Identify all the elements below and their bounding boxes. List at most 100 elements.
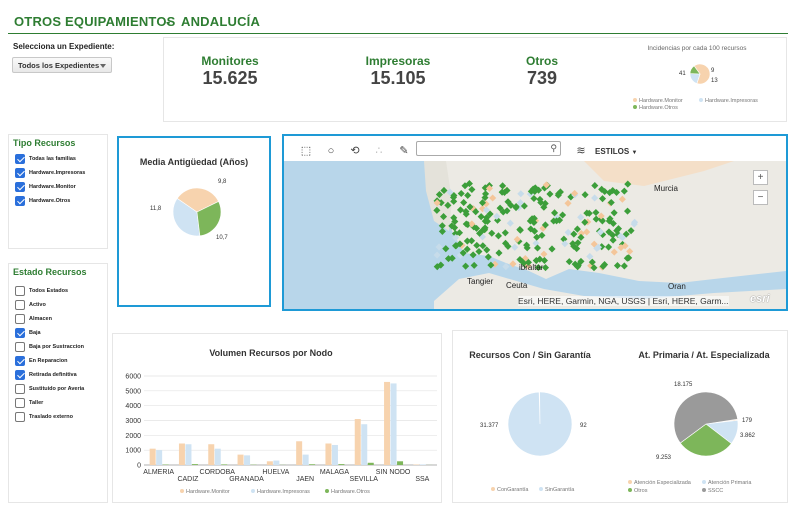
estado-recursos-item[interactable]: Baja por Sustraccion bbox=[15, 341, 84, 353]
volumen-bar-jaen-0[interactable] bbox=[296, 441, 303, 465]
select-tool-icon[interactable]: ✎ bbox=[398, 145, 410, 157]
atencion-data-label-2: 9.253 bbox=[656, 455, 672, 461]
volumen-bar-granada-0[interactable] bbox=[237, 454, 244, 465]
volumen-bar-cadiz-2[interactable] bbox=[191, 464, 198, 465]
atencion-legend-2: Otros bbox=[634, 488, 648, 494]
volumen-x-tick: MALAGA bbox=[320, 469, 350, 476]
volumen-bar-cordoba-0[interactable] bbox=[208, 444, 215, 465]
estado-recursos-item[interactable]: Traslado externo bbox=[15, 411, 73, 423]
select-point-icon[interactable]: ∴ bbox=[373, 145, 385, 157]
garantia-legend-1: SinGarantía bbox=[545, 487, 575, 493]
layers-icon[interactable]: ≋ bbox=[575, 145, 587, 157]
estado-recursos-item[interactable]: Todos Estados bbox=[15, 285, 68, 297]
volumen-bar-huelva-0[interactable] bbox=[266, 461, 273, 465]
volumen-x-tick: SSA bbox=[415, 476, 429, 483]
atencion-data-label-3: 18.175 bbox=[674, 382, 693, 388]
zoom-in-button[interactable]: + bbox=[753, 170, 768, 185]
tipo-recursos-label: Hardware.Impresoras bbox=[29, 170, 86, 176]
tipo-recursos-checkbox[interactable] bbox=[15, 182, 25, 192]
estado-recursos-checkbox[interactable] bbox=[15, 370, 25, 380]
incidencias-chart: 41 13 9 Hardware.Monitor Hardware.Impres… bbox=[633, 63, 758, 111]
volumen-bar-ssa-1[interactable] bbox=[419, 464, 426, 465]
volumen-bar-sin-nodo-0[interactable] bbox=[384, 381, 391, 465]
garantia-data-label-1: 31.377 bbox=[480, 423, 499, 429]
map-label-tangier: Tangier bbox=[467, 277, 494, 286]
volumen-y-tick: 5000 bbox=[125, 388, 141, 395]
volumen-bar-granada-1[interactable] bbox=[244, 455, 251, 465]
estado-recursos-checkbox[interactable] bbox=[15, 328, 25, 338]
map-attribution[interactable]: Esri, HERE, Garmin, NGA, USGS | Esri, HE… bbox=[518, 296, 729, 306]
expediente-label: Selecciona un Expediente: bbox=[13, 42, 115, 51]
volumen-y-tick: 2000 bbox=[125, 433, 141, 440]
map-canvas[interactable] bbox=[284, 161, 786, 309]
volumen-bar-huelva-1[interactable] bbox=[273, 460, 280, 465]
volumen-x-tick: SEVILLA bbox=[350, 476, 379, 483]
search-icon[interactable]: ⚲ bbox=[550, 143, 557, 154]
volumen-bar-almeria-1[interactable] bbox=[156, 450, 163, 465]
estado-recursos-label: Todos Estados bbox=[29, 288, 69, 294]
volumen-bar-malaga-2[interactable] bbox=[338, 464, 345, 465]
estado-recursos-checkbox[interactable] bbox=[15, 356, 25, 366]
estado-recursos-checkbox[interactable] bbox=[15, 398, 25, 408]
volumen-bar-cadiz-0[interactable] bbox=[178, 443, 185, 465]
estado-recursos-item[interactable]: Baja bbox=[15, 327, 41, 339]
tipo-recursos-item[interactable]: Hardware.Impresoras bbox=[15, 167, 85, 179]
estado-recursos-item[interactable]: Activo bbox=[15, 299, 46, 311]
estado-recursos-checkbox[interactable] bbox=[15, 384, 25, 394]
select-circle-icon[interactable]: ○ bbox=[325, 145, 337, 157]
volumen-bar-sin-nodo-1[interactable] bbox=[390, 383, 397, 465]
garantia-legend-swatch-1 bbox=[539, 487, 543, 491]
volumen-bar-malaga-1[interactable] bbox=[331, 444, 338, 465]
volumen-bar-jaen-2[interactable] bbox=[309, 464, 316, 465]
antiguedad-chart: 11,8 10,7 9,8 bbox=[150, 179, 228, 241]
tipo-recursos-checkbox[interactable] bbox=[15, 196, 25, 206]
estado-recursos-checkbox[interactable] bbox=[15, 286, 25, 296]
volumen-bar-almeria-0[interactable] bbox=[149, 448, 156, 465]
tipo-recursos-item[interactable]: Todas las familias bbox=[15, 153, 76, 165]
estado-recursos-label: En Reparacion bbox=[29, 358, 68, 364]
volumen-bar-jaen-1[interactable] bbox=[302, 454, 309, 465]
tipo-recursos-checkbox[interactable] bbox=[15, 168, 25, 178]
atencion-legend-swatch-1 bbox=[702, 480, 706, 484]
volumen-bar-malaga-0[interactable] bbox=[325, 443, 332, 465]
garantia-data-label-0: 92 bbox=[580, 423, 587, 429]
estado-recursos-item[interactable]: Taller bbox=[15, 397, 43, 409]
chevron-down-icon bbox=[100, 64, 106, 68]
tipo-recursos-item[interactable]: Hardware.Otros bbox=[15, 195, 70, 207]
volumen-bar-sevilla-0[interactable] bbox=[354, 419, 361, 465]
atencion-legend-1: Atención Primaria bbox=[708, 480, 752, 486]
atencion-legend-swatch-0 bbox=[628, 480, 632, 484]
estado-recursos-item[interactable]: Almacen bbox=[15, 313, 52, 325]
vol-legend-swatch-1 bbox=[251, 489, 255, 493]
estado-recursos-checkbox[interactable] bbox=[15, 412, 25, 422]
zoom-out-button[interactable]: − bbox=[753, 190, 768, 205]
estado-recursos-checkbox[interactable] bbox=[15, 314, 25, 324]
garantia-slice-1[interactable] bbox=[507, 391, 573, 457]
styles-chevron-down-icon: ▼ bbox=[631, 150, 638, 156]
tipo-recursos-item[interactable]: Hardware.Monitor bbox=[15, 181, 76, 193]
volumen-x-tick: CORDOBA bbox=[200, 469, 236, 476]
tipo-recursos-checkbox[interactable] bbox=[15, 154, 25, 164]
volumen-x-tick: HUELVA bbox=[262, 469, 289, 476]
kpi-monitores-label: Monitores bbox=[201, 54, 259, 68]
select-rectangle-icon[interactable]: ⬚ bbox=[300, 145, 312, 157]
estado-recursos-item[interactable]: Retirada definitiva bbox=[15, 369, 77, 381]
atencion-legend-3: SSCC bbox=[708, 488, 723, 494]
volumen-bar-sevilla-1[interactable] bbox=[361, 424, 368, 465]
expediente-selected: Todos los Expedientes bbox=[18, 61, 100, 70]
expediente-dropdown[interactable]: Todos los Expedientes bbox=[12, 57, 112, 73]
volumen-y-tick: 0 bbox=[137, 463, 141, 470]
volumen-bar-cadiz-1[interactable] bbox=[185, 444, 192, 465]
volumen-bar-sin-nodo-2[interactable] bbox=[397, 461, 404, 465]
map-search-input[interactable]: ⚲ bbox=[416, 141, 561, 156]
volumen-bar-cordoba-2[interactable] bbox=[221, 464, 228, 465]
estado-recursos-checkbox[interactable] bbox=[15, 300, 25, 310]
volumen-title: Volumen Recursos por Nodo bbox=[209, 348, 333, 358]
styles-button[interactable]: ESTILOS ▼ bbox=[595, 147, 637, 156]
volumen-bar-sevilla-2[interactable] bbox=[367, 462, 374, 465]
estado-recursos-item[interactable]: Sustituido por Averia bbox=[15, 383, 84, 395]
volumen-bar-cordoba-1[interactable] bbox=[214, 448, 221, 465]
estado-recursos-checkbox[interactable] bbox=[15, 342, 25, 352]
select-lasso-icon[interactable]: ⟲ bbox=[349, 145, 361, 157]
estado-recursos-item[interactable]: En Reparacion bbox=[15, 355, 68, 367]
